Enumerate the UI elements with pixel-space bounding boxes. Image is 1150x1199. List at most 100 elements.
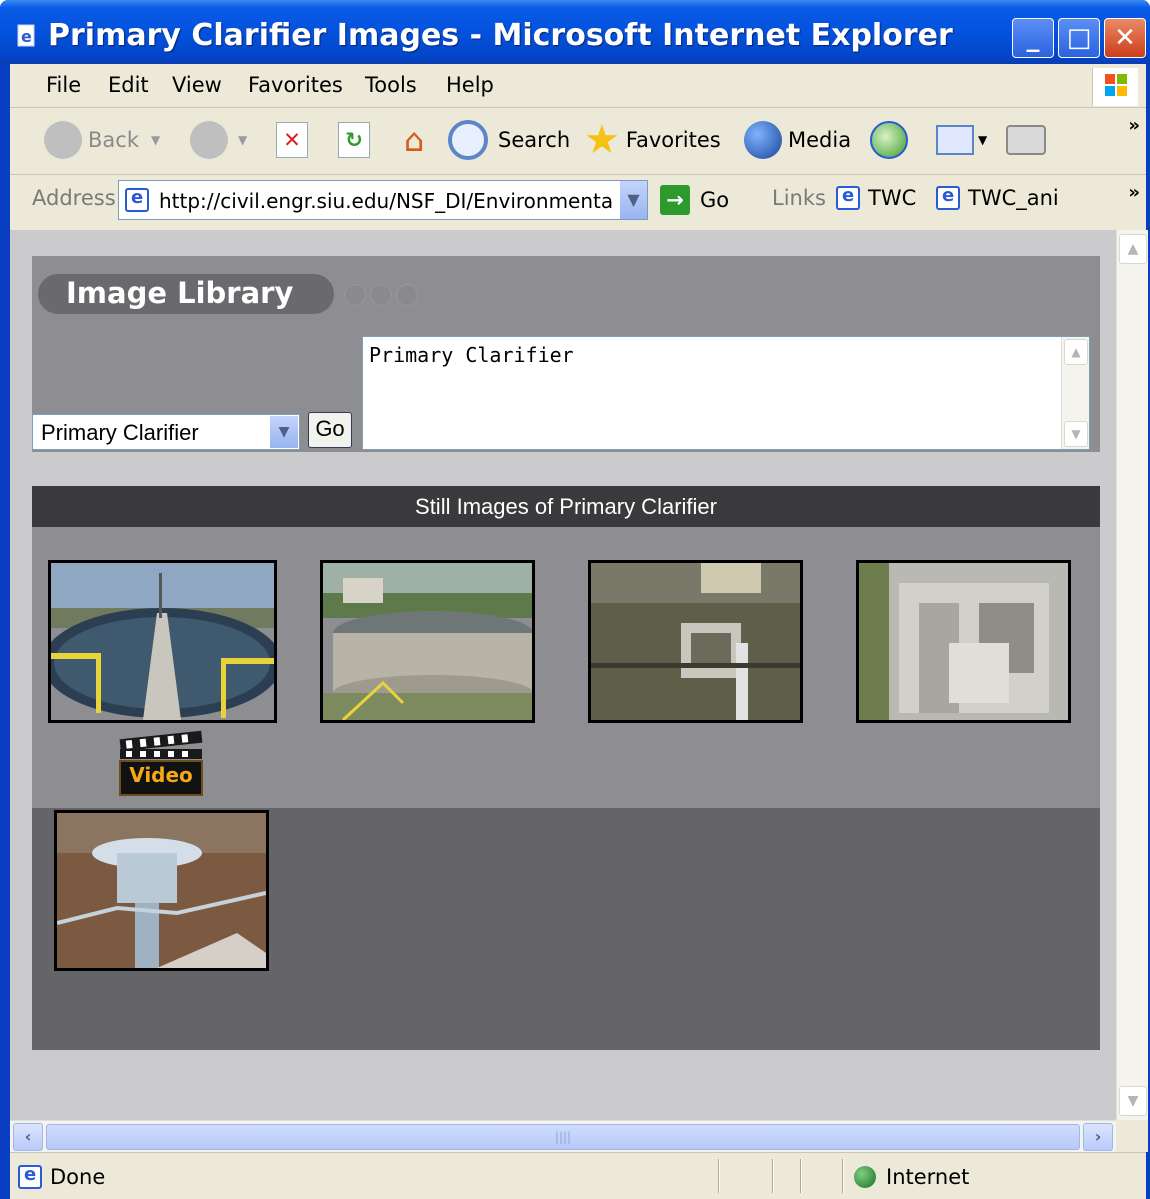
scroll-down-icon[interactable]: ▼ [1064,421,1088,447]
menu-favorites[interactable]: Favorites [248,73,343,97]
close-button[interactable]: ✕ [1104,18,1146,58]
address-label: Address [32,186,116,210]
back-dropdown-icon[interactable]: ▼ [151,133,160,147]
menu-bar: File Edit View Favorites Tools Help [10,64,1146,108]
home-button[interactable]: ⌂ [394,117,434,163]
thumbnail-clarifier-drive[interactable] [54,810,269,971]
scroll-down-icon[interactable]: ▼ [1119,1086,1147,1116]
description-textarea[interactable]: Primary Clarifier ▲ ▼ [362,336,1090,450]
gallery-row-2 [32,808,1100,1050]
favorites-button[interactable]: ★ Favorites [584,117,721,163]
standard-toolbar: Back ▼ ▼ ✕ ↻ ⌂ Search ★ Favorites Media … [10,109,1146,175]
minimize-button[interactable]: _ [1012,18,1054,58]
category-select[interactable]: Primary Clarifier ▼ [32,414,300,450]
thumbnail-clarifier-skimmer[interactable] [588,560,803,723]
links-label: Links [772,186,826,210]
title-bar[interactable]: e Primary Clarifier Images - Microsoft I… [0,0,1150,64]
back-button[interactable]: Back ▼ [44,117,160,163]
print-button[interactable] [1006,117,1046,163]
stop-button[interactable]: ✕ [276,117,308,163]
menu-file[interactable]: File [46,73,81,97]
scroll-up-icon[interactable]: ▲ [1064,339,1088,365]
status-divider [800,1159,802,1193]
media-globe-icon [744,121,782,159]
maximize-icon: □ [1066,23,1092,53]
ie-page-icon: e [17,24,35,47]
go-arrow-icon: → [660,185,690,215]
refresh-button[interactable]: ↻ [338,117,370,163]
address-dropdown-icon[interactable]: ▼ [619,181,647,219]
page-viewport: Image Library Primary Clarifier ▼ Go Pri… [10,230,1116,1120]
history-icon [870,121,908,159]
home-icon: ⌂ [403,121,425,159]
description-text: Primary Clarifier [369,343,574,367]
status-divider [772,1159,774,1193]
thumbnail-clarifier-overview[interactable] [48,560,277,723]
address-go-button[interactable]: → Go [660,180,729,220]
description-scrollbar[interactable]: ▲ ▼ [1061,337,1089,449]
gallery-row-1: Video [32,527,1100,808]
ie-page-icon [125,187,149,212]
gallery-header: Still Images of Primary Clarifier [32,486,1100,527]
decorative-dot [396,284,418,306]
internet-globe-icon [854,1166,876,1188]
security-zone: Internet [854,1165,969,1189]
mail-dropdown-icon[interactable]: ▼ [978,133,987,147]
scroll-left-icon[interactable]: ‹ [13,1123,43,1151]
scroll-up-icon[interactable]: ▲ [1119,234,1147,264]
ie-link-icon [936,185,960,210]
menu-help[interactable]: Help [446,73,494,97]
history-button[interactable] [870,117,914,163]
toolbar-overflow-icon[interactable]: » [1128,115,1140,136]
status-divider [718,1159,720,1193]
media-button[interactable]: Media [744,117,851,163]
printer-icon [1006,125,1046,155]
link-twc[interactable]: TWC [836,185,916,210]
video-label: Video [129,763,193,787]
forward-arrow-icon [190,121,228,159]
search-button[interactable]: Search [448,117,570,163]
address-input[interactable]: http://civil.engr.siu.edu/NSF_DI/Environ… [118,180,648,220]
refresh-icon: ↻ [338,122,370,158]
back-arrow-icon [44,121,82,159]
decorative-dot [344,284,366,306]
close-icon: ✕ [1114,23,1136,53]
menu-edit[interactable]: Edit [108,73,149,97]
horizontal-scroll-thumb[interactable]: |||| [46,1124,1080,1150]
image-library-title: Image Library [66,276,294,310]
menu-tools[interactable]: Tools [365,73,417,97]
minimize-icon: _ [1026,23,1040,53]
thumbnail-clarifier-weir[interactable] [856,560,1071,723]
status-divider [842,1159,844,1193]
video-button[interactable]: Video [118,727,204,797]
status-bar: Done Internet [10,1152,1146,1199]
forward-button[interactable]: ▼ [190,117,247,163]
star-icon: ★ [584,117,620,163]
decorative-dot [370,284,392,306]
status-text: Done [50,1165,106,1189]
window-title: Primary Clarifier Images - Microsoft Int… [48,18,953,53]
links-overflow-icon[interactable]: » [1128,182,1140,203]
browser-chrome: File Edit View Favorites Tools Help Back… [10,64,1146,230]
address-url: http://civil.engr.siu.edu/NSF_DI/Environ… [159,189,614,213]
forward-dropdown-icon[interactable]: ▼ [238,133,247,147]
scroll-right-icon[interactable]: › [1083,1123,1113,1151]
category-go-button[interactable]: Go [308,412,352,448]
search-icon [448,120,488,160]
svg-text:e: e [21,27,32,46]
maximize-button[interactable]: □ [1058,18,1100,58]
page-horizontal-scrollbar[interactable]: ‹ |||| › [10,1120,1116,1152]
menu-view[interactable]: View [172,73,222,97]
mail-icon [936,125,974,155]
windows-logo-icon [1092,68,1138,106]
image-library-panel: Image Library Primary Clarifier ▼ Go Pri… [32,256,1100,452]
chevron-down-icon[interactable]: ▼ [270,416,298,448]
thumbnail-clarifier-tank[interactable] [320,560,535,723]
link-twc-ani[interactable]: TWC_ani [936,185,1059,210]
mail-button[interactable]: ▼ [936,117,987,163]
page-vertical-scrollbar[interactable]: ▲ ▼ [1116,230,1148,1120]
scrollbar-corner [1116,1120,1148,1152]
ie-status-icon [18,1164,42,1189]
address-bar: Address http://civil.engr.siu.edu/NSF_DI… [10,176,1146,230]
image-library-banner: Image Library [38,274,334,314]
